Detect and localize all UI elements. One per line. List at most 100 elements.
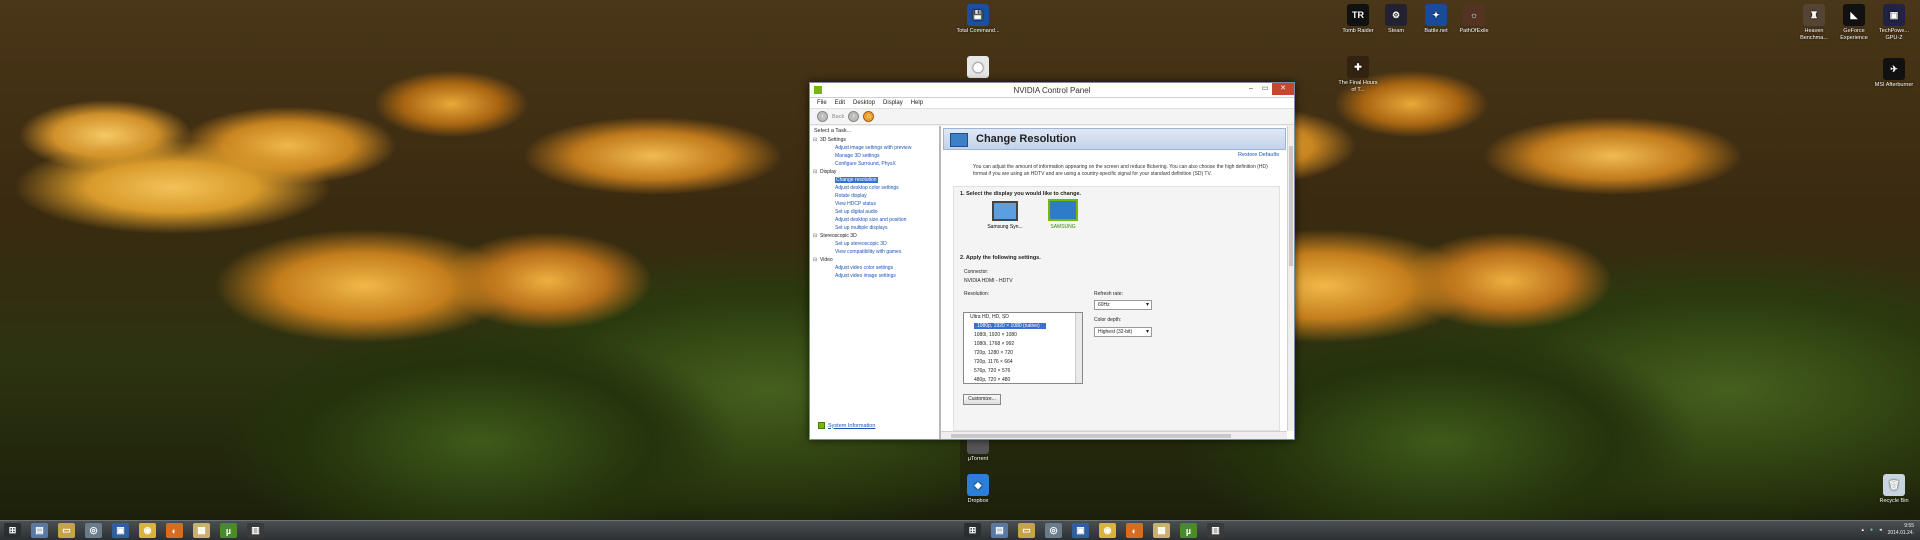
file-icon[interactable]: ▤	[31, 523, 48, 538]
network-icon[interactable]: ◎	[1045, 523, 1062, 538]
desktop-icon: 💾	[967, 4, 989, 26]
start-icon[interactable]: ⊞	[964, 523, 981, 538]
desktop-shortcut[interactable]: 🗑 Recycle Bin	[1872, 474, 1916, 505]
desktop-icon: ✚	[1347, 56, 1369, 78]
desktop-icon: ✈	[1883, 58, 1905, 80]
resolution-option[interactable]: 1080i, 1920 × 1080	[964, 331, 1082, 340]
desktop-shortcut[interactable]: ♜ Heaven Benchma...	[1792, 4, 1836, 41]
tree-category[interactable]: Video	[810, 256, 939, 264]
tree-category[interactable]: 3D Settings	[810, 136, 939, 144]
tree-category[interactable]: Display	[810, 168, 939, 176]
network-icon[interactable]: ◎	[85, 523, 102, 538]
desktop-icon-label: Recycle Bin	[1879, 498, 1909, 504]
desktop-shortcut[interactable]: ✈ MSI Afterburner	[1872, 58, 1916, 89]
menu-desktop[interactable]: Desktop	[853, 100, 875, 106]
clock[interactable]: 9:55 2014.01.24.	[1888, 523, 1914, 537]
tree-category[interactable]: Stereoscopic 3D	[810, 232, 939, 240]
refresh-rate-select[interactable]: 60Hz	[1094, 300, 1152, 310]
gpu-icon[interactable]: ▥	[247, 523, 264, 538]
content-vertical-scrollbar[interactable]	[1287, 126, 1294, 431]
page-title: Change Resolution	[976, 133, 1077, 145]
tree-task-link[interactable]: Manage 3D settings	[810, 152, 939, 160]
desktop-icon: ⬤	[967, 56, 989, 78]
firefox-icon[interactable]: ◐	[1126, 523, 1143, 538]
desktop-icon-label: Total Command...	[956, 28, 1000, 34]
folder-icon[interactable]: ▭	[1018, 523, 1035, 538]
tree-task-link[interactable]: Set up digital audio	[810, 208, 939, 216]
resolution-option[interactable]: 1080p, 1920 × 1080 (native)	[964, 322, 1082, 331]
utorrent-icon[interactable]: µ	[220, 523, 237, 538]
firefox-icon[interactable]: ◐	[166, 523, 183, 538]
nvidia-control-panel-window: NVIDIA Control Panel – ▭ ✕ File Edit Deskt…	[809, 82, 1295, 440]
maximize-button[interactable]: ▭	[1258, 83, 1272, 95]
resolution-option[interactable]: 720p, 1176 × 664	[964, 358, 1082, 367]
tree-task-link[interactable]: Adjust desktop size and position	[810, 216, 939, 224]
home-icon[interactable]: ⌂	[863, 111, 875, 122]
desktop-shortcut[interactable]: 💾 Total Command...	[956, 4, 1000, 35]
content-pane: Change Resolution Restore Defaults You c…	[941, 126, 1294, 439]
display-samsung-sync[interactable]: Samsung Syn...	[984, 201, 1026, 230]
content-horizontal-scrollbar[interactable]	[941, 431, 1287, 439]
tree-task-link[interactable]: Adjust video image settings	[810, 272, 939, 280]
save-icon[interactable]: ▣	[1072, 523, 1089, 538]
calc-icon[interactable]: ▦	[193, 523, 210, 538]
resolution-list-scrollbar[interactable]	[1075, 313, 1082, 383]
desktop-shortcut[interactable]: ▣ TechPowe... GPU-Z	[1872, 4, 1916, 41]
resolution-option[interactable]: 1080i, 1768 × 992	[964, 340, 1082, 349]
back-button[interactable]: ‹	[817, 111, 828, 122]
refresh-rate-label: Refresh rate:	[1094, 291, 1123, 297]
desktop-shortcut[interactable]: ☼ PathOfExile	[1452, 4, 1496, 35]
desktop-shortcut[interactable]: ✚ The Final Hours of T...	[1336, 56, 1380, 93]
resolution-option[interactable]: 480p, 720 × 480	[964, 376, 1082, 383]
menu-help[interactable]: Help	[911, 100, 923, 106]
save-icon[interactable]: ▣	[112, 523, 129, 538]
page-header: Change Resolution Restore Defaults	[943, 128, 1286, 158]
gpu-icon[interactable]: ▥	[1207, 523, 1224, 538]
connector-label: Connector:	[964, 269, 989, 275]
tray-volume-icon[interactable]: ◂	[1879, 527, 1882, 533]
forward-button[interactable]: ›	[848, 111, 860, 122]
tree-task-link[interactable]: Adjust desktop color settings	[810, 184, 939, 192]
restore-defaults-link[interactable]: Restore Defaults	[1238, 152, 1279, 158]
file-icon[interactable]: ▤	[991, 523, 1008, 538]
start-icon[interactable]: ⊞	[4, 523, 21, 538]
desktop-shortcut[interactable]: ⬤	[956, 56, 1000, 80]
title-bar[interactable]: NVIDIA Control Panel – ▭ ✕	[810, 83, 1294, 98]
menu-edit[interactable]: Edit	[835, 100, 845, 106]
tree-task-link[interactable]: View HDCP status	[810, 200, 939, 208]
desktop-shortcut[interactable]: ◣ GeForce Experience	[1832, 4, 1876, 41]
system-information-link[interactable]: System Information	[818, 422, 875, 429]
resolution-option[interactable]: 720p, 1280 × 720	[964, 349, 1082, 358]
tree-task-link[interactable]: Configure Surround, PhysX	[810, 160, 939, 168]
chrome-icon[interactable]: ◉	[1099, 523, 1116, 538]
resolution-option[interactable]: 576p, 720 × 576	[964, 367, 1082, 376]
desktop-shortcut[interactable]: ◆ Dropbox	[956, 474, 1000, 505]
desktop-shortcut[interactable]: ⚙ Steam	[1374, 4, 1418, 35]
calc-icon[interactable]: ▦	[1153, 523, 1170, 538]
tree-task-link[interactable]: Adjust image settings with preview	[810, 144, 939, 152]
resolution-list[interactable]: Ultra HD, HD, SD 1080p, 1920 × 1080 (nati…	[963, 312, 1083, 384]
folder-icon[interactable]: ▭	[58, 523, 75, 538]
tree-task-link[interactable]: Change resolution	[810, 176, 939, 184]
tree-task-link[interactable]: View compatibility with games	[810, 248, 939, 256]
clock-date: 2014.01.24.	[1887, 530, 1914, 536]
display-samsung[interactable]: SAMSUNG	[1042, 199, 1084, 230]
color-depth-select[interactable]: Highest (32-bit)	[1094, 327, 1152, 337]
minimize-button[interactable]: –	[1244, 83, 1258, 95]
utorrent-icon[interactable]: µ	[1180, 523, 1197, 538]
tree-task-link[interactable]: Rotate display	[810, 192, 939, 200]
customize-button[interactable]: Customize...	[963, 394, 1001, 405]
menu-display[interactable]: Display	[883, 100, 903, 106]
tree-task-link[interactable]: Set up multiple displays	[810, 224, 939, 232]
page-description: You can adjust the amount of information…	[973, 164, 1268, 177]
window-title: NVIDIA Control Panel	[1013, 86, 1091, 95]
tree-task-link[interactable]: Set up stereoscopic 3D	[810, 240, 939, 248]
desktop-icon-label: The Final Hours of T...	[1338, 80, 1378, 93]
tray-network-icon[interactable]: ●	[1870, 527, 1873, 533]
resolution-group[interactable]: Ultra HD, HD, SD	[964, 313, 1082, 322]
close-button[interactable]: ✕	[1272, 83, 1294, 95]
menu-file[interactable]: File	[817, 100, 827, 106]
tray-arrow-icon[interactable]: ▴	[1862, 527, 1865, 533]
tree-task-link[interactable]: Adjust video color settings	[810, 264, 939, 272]
chrome-icon[interactable]: ◉	[139, 523, 156, 538]
